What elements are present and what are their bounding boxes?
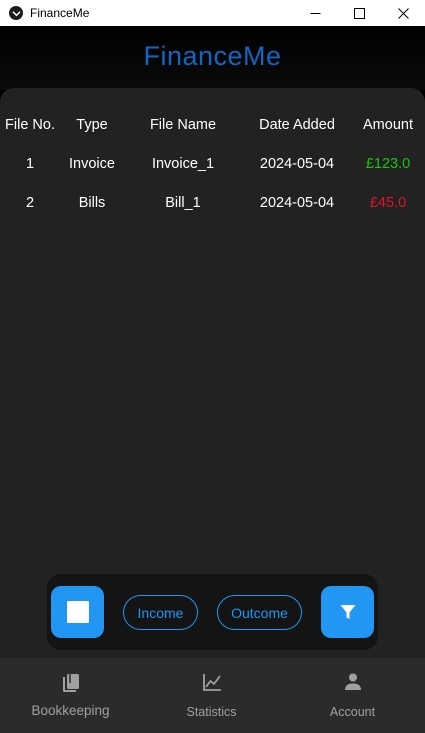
- bottom-navigation: Bookkeeping Statistics Account: [0, 658, 425, 733]
- window-controls: [293, 0, 425, 26]
- stop-square-icon: [66, 601, 89, 623]
- filter-funnel-icon: [340, 605, 355, 619]
- cell-file-no: 2: [25, 194, 35, 211]
- column-header-file-no: File No.: [5, 116, 55, 133]
- close-button[interactable]: [381, 0, 425, 26]
- cell-amount-outcome: £45.0: [369, 194, 407, 211]
- cell-file-name: Invoice_1: [151, 155, 215, 172]
- app-header: FinanceMe: [0, 26, 425, 90]
- column-header-date-added: Date Added: [259, 116, 335, 133]
- maximize-icon: [353, 7, 365, 19]
- action-bar: Income Outcome: [47, 574, 378, 650]
- cell-amount-income: £123.0: [365, 155, 411, 172]
- table-row[interactable]: 2 Bills Bill_1 2024-05-04 £45.0: [0, 183, 425, 222]
- nav-label-account: Account: [329, 705, 376, 719]
- book-icon: [62, 674, 79, 692]
- cell-date-added: 2024-05-04: [259, 155, 335, 172]
- nav-item-statistics[interactable]: Statistics: [141, 658, 282, 733]
- maximize-button[interactable]: [337, 0, 381, 26]
- cell-type: Invoice: [69, 155, 115, 172]
- minimize-icon: [310, 12, 320, 14]
- table-row[interactable]: 1 Invoice Invoice_1 2024-05-04 £123.0: [0, 144, 425, 183]
- outcome-filter-button[interactable]: Outcome: [217, 595, 302, 630]
- minimize-button[interactable]: [293, 0, 337, 26]
- person-icon: [344, 673, 361, 690]
- app-logo-icon: [9, 6, 23, 20]
- cell-file-name: Bill_1: [165, 194, 201, 211]
- files-table: File No. Type File Name Date Added Amoun…: [0, 88, 425, 222]
- close-icon: [397, 7, 409, 19]
- column-header-type: Type: [76, 116, 108, 133]
- table-header: File No. Type File Name Date Added Amoun…: [0, 105, 425, 144]
- window-title: FinanceMe: [30, 6, 90, 20]
- cell-file-no: 1: [25, 155, 35, 172]
- column-header-amount: Amount: [363, 116, 413, 133]
- filter-button[interactable]: [321, 586, 374, 638]
- cell-date-added: 2024-05-04: [259, 194, 335, 211]
- window-titlebar: FinanceMe: [0, 0, 425, 26]
- stop-button[interactable]: [51, 586, 104, 638]
- column-header-file-name: File Name: [149, 116, 217, 133]
- line-chart-icon: [202, 674, 221, 691]
- app-name: FinanceMe: [143, 40, 282, 71]
- nav-label-bookkeeping: Bookkeeping: [31, 703, 110, 718]
- nav-item-bookkeeping[interactable]: Bookkeeping: [0, 658, 141, 733]
- income-filter-button[interactable]: Income: [123, 595, 198, 630]
- nav-item-account[interactable]: Account: [282, 658, 423, 733]
- cell-type: Bills: [78, 194, 106, 211]
- nav-label-statistics: Statistics: [186, 705, 237, 719]
